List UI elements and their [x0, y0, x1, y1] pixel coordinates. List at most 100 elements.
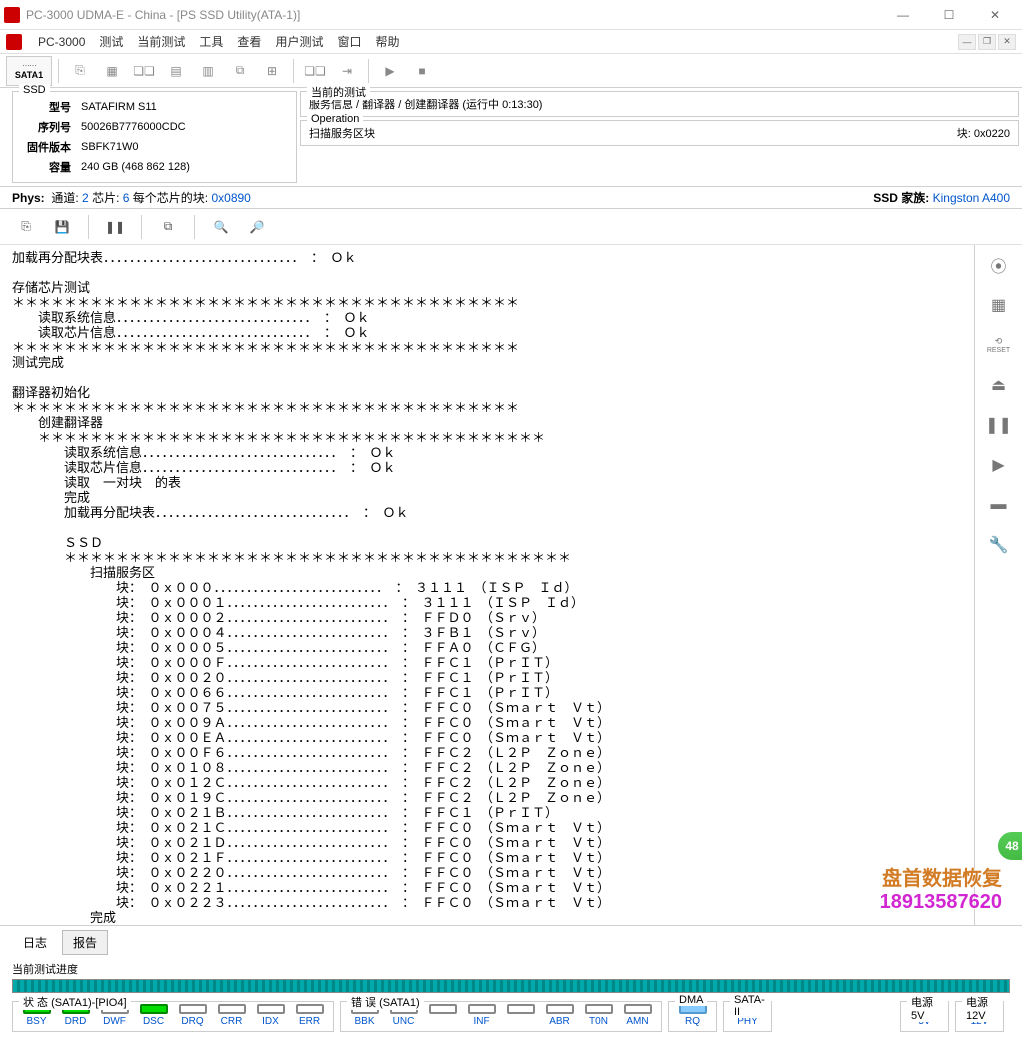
- capacity-value: 240 GB (468 862 128): [77, 158, 194, 176]
- menu-view[interactable]: 查看: [237, 33, 261, 50]
- error-group: 错 误 (SATA1) BBKUNCINFABRT0NAMN: [340, 1001, 662, 1032]
- separator: [58, 59, 59, 83]
- tool-icon-exit[interactable]: ⇥: [332, 57, 362, 85]
- tool-icon-2[interactable]: ▦: [97, 57, 127, 85]
- progress-section: 当前测试进度: [0, 959, 1022, 995]
- menu-window[interactable]: 窗口: [337, 33, 361, 50]
- tab-report[interactable]: 报告: [62, 930, 108, 955]
- operation-name: 扫描服务区块: [309, 125, 375, 141]
- blocks-label: 每个芯片的块:: [133, 189, 208, 206]
- window-title: PC-3000 UDMA-E - China - [PS SSD Utility…: [26, 8, 880, 22]
- separator: [194, 215, 195, 239]
- menu-current-test[interactable]: 当前测试: [137, 33, 185, 50]
- error-led: [546, 1004, 574, 1014]
- operation-group: Operation 扫描服务区块 块: 0x0220: [300, 120, 1019, 146]
- save-icon[interactable]: 💾: [48, 213, 76, 241]
- state-group: 状 态 (SATA1)-[PIO4] BSYDRDDWFDSCDRQCRRIDX…: [12, 1001, 334, 1032]
- fw-label: 固件版本: [23, 138, 75, 156]
- tool-icon-8[interactable]: ❏❏: [300, 57, 330, 85]
- channel-value: 2: [82, 191, 89, 205]
- mdi-close-button[interactable]: ✕: [998, 34, 1016, 50]
- chip-value: 6: [123, 191, 130, 205]
- pause-icon[interactable]: ❚❚: [101, 213, 129, 241]
- close-button[interactable]: ✕: [972, 0, 1018, 30]
- separator: [88, 215, 89, 239]
- group-title: 电源 5V: [907, 994, 948, 1022]
- device-info-group: SSD 型号SATAFIRM S11 序列号50026B7776000CDC 固…: [12, 91, 297, 183]
- error-led: [468, 1004, 496, 1014]
- separator: [293, 59, 294, 83]
- group-title: SSD: [19, 84, 50, 96]
- tool-icon-6[interactable]: ⧉: [225, 57, 255, 85]
- state-led: [296, 1004, 324, 1014]
- reset-icon[interactable]: ⟲RESET: [985, 331, 1013, 359]
- error-led-label: INF: [473, 1016, 489, 1027]
- state-led-label: DRQ: [181, 1016, 203, 1027]
- block-label: 块:: [957, 128, 971, 140]
- tool-icon-7[interactable]: ⊞: [257, 57, 287, 85]
- ssd-family-value: Kingston A400: [933, 191, 1010, 205]
- sata-port-button[interactable]: ⋯⋯ SATA1: [6, 56, 52, 86]
- tool-icon-3[interactable]: ❏❏: [129, 57, 159, 85]
- menubar: PC-3000 测试 当前测试 工具 查看 用户测试 窗口 帮助 — ❐ ✕: [0, 30, 1022, 54]
- find-icon[interactable]: 🔍: [207, 213, 235, 241]
- tab-log[interactable]: 日志: [12, 930, 58, 955]
- progress-label: 当前测试进度: [12, 961, 1010, 977]
- minimize-button[interactable]: —: [880, 0, 926, 30]
- find-next-icon[interactable]: 🔎: [243, 213, 271, 241]
- dma-group: DMA RQ: [668, 1001, 717, 1032]
- state-led-label: DSC: [143, 1016, 164, 1027]
- phys-info-row: Phys: 通道: 2 芯片: 6 每个芯片的块: 0x0890 SSD 家族:…: [0, 187, 1022, 209]
- state-led: [179, 1004, 207, 1014]
- stop-button[interactable]: ■: [407, 57, 437, 85]
- tool-icon-5[interactable]: ▥: [193, 57, 223, 85]
- menu-app[interactable]: PC-3000: [38, 35, 85, 49]
- tool-icon-1[interactable]: ⎘: [65, 57, 95, 85]
- fw-value: SBFK71W0: [77, 138, 194, 156]
- separator: [368, 59, 369, 83]
- app-icon: [4, 7, 20, 23]
- ic-icon[interactable]: ▬: [985, 491, 1013, 519]
- device-info-row: SSD 型号SATAFIRM S11 序列号50026B7776000CDC 固…: [0, 88, 1022, 187]
- mdi-minimize-button[interactable]: —: [958, 34, 976, 50]
- serial-value: 50026B7776000CDC: [77, 118, 194, 136]
- chip-icon[interactable]: ▦: [985, 291, 1013, 319]
- blocks-value: 0x0890: [211, 191, 250, 205]
- error-led: [624, 1004, 652, 1014]
- play-side-icon[interactable]: ▶: [985, 451, 1013, 479]
- log-output[interactable]: 加载再分配块表．．．．．．．．．．．．．．．．．．．．．．．．．．．．．． ： …: [0, 245, 974, 925]
- port-icon: ⋯⋯: [22, 61, 36, 70]
- green-badge[interactable]: 48: [996, 830, 1022, 862]
- state-led-label: DWF: [103, 1016, 126, 1027]
- menu-help[interactable]: 帮助: [375, 33, 399, 50]
- menu-user-test[interactable]: 用户测试: [275, 33, 323, 50]
- eject-icon[interactable]: ⏏: [985, 371, 1013, 399]
- error-led: [585, 1004, 613, 1014]
- side-toolbar: ⦿ ▦ ⟲RESET ⏏ ❚❚ ▶ ▬ 🔧: [974, 245, 1022, 925]
- group-title: DMA: [675, 994, 707, 1006]
- probe-icon[interactable]: ⦿: [985, 251, 1013, 279]
- play-button[interactable]: ▶: [375, 57, 405, 85]
- separator: [141, 215, 142, 239]
- group-title: 状 态 (SATA1)-[PIO4]: [19, 994, 131, 1010]
- menu-test[interactable]: 测试: [99, 33, 123, 50]
- model-label: 型号: [23, 98, 75, 116]
- state-led-label: CRR: [221, 1016, 243, 1027]
- copy-icon[interactable]: ⧉: [154, 213, 182, 241]
- state-led: [257, 1004, 285, 1014]
- log-toolbar: ⎘ 💾 ❚❚ ⧉ 🔍 🔎: [0, 209, 1022, 245]
- mdi-restore-button[interactable]: ❐: [978, 34, 996, 50]
- error-led-label: BBK: [354, 1016, 374, 1027]
- ssd-family-label: SSD 家族:: [873, 191, 929, 205]
- state-led-label: ERR: [299, 1016, 320, 1027]
- pause-side-icon[interactable]: ❚❚: [985, 411, 1013, 439]
- main-area: 加载再分配块表．．．．．．．．．．．．．．．．．．．．．．．．．．．．．． ： …: [0, 245, 1022, 925]
- export-icon[interactable]: ⎘: [12, 213, 40, 241]
- rq-label: RQ: [685, 1016, 700, 1027]
- wrench-icon[interactable]: 🔧: [985, 531, 1013, 559]
- maximize-button[interactable]: ☐: [926, 0, 972, 30]
- menu-tools[interactable]: 工具: [199, 33, 223, 50]
- main-toolbar: ⋯⋯ SATA1 ⎘ ▦ ❏❏ ▤ ▥ ⧉ ⊞ ❏❏ ⇥ ▶ ■: [0, 54, 1022, 88]
- state-led-label: DRD: [65, 1016, 87, 1027]
- tool-icon-4[interactable]: ▤: [161, 57, 191, 85]
